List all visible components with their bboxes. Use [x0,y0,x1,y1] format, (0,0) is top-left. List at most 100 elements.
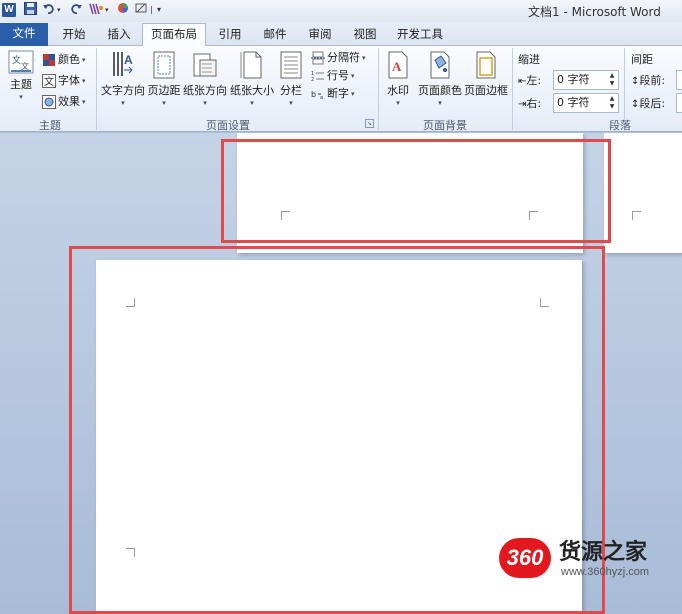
theme-colors-label: 颜色 [58,53,80,66]
tab-review[interactable]: 审阅 [298,24,342,46]
svg-text:a: a [320,95,323,101]
tab-mailings[interactable]: 邮件 [253,24,297,46]
svg-text:A: A [124,53,133,67]
svg-text:b: b [311,90,316,99]
font-icon: 文 [42,74,56,88]
watermark-name: 货源之家 [559,540,648,565]
spin-up-icon[interactable]: ▲ [607,72,617,80]
size-dropdown-icon: ▾ [250,99,254,107]
watermark-dropdown-icon: ▾ [396,99,400,107]
theme-effects-button[interactable]: 效果 ▾ [42,93,86,111]
group-divider [512,48,513,130]
color-icon[interactable] [117,2,129,18]
line-numbers-label: 行号 [327,69,349,82]
text-direction-icon: A [110,50,136,80]
margins-button[interactable]: 页边距 ▾ [146,50,182,107]
format-painter-icon[interactable] [88,2,104,18]
tab-references[interactable]: 引用 [208,24,252,46]
tab-view[interactable]: 视图 [343,24,387,46]
tab-home[interactable]: 开始 [52,24,96,46]
watermark-url: www.360hyzj.com [561,566,650,578]
group-divider [378,48,379,130]
spacing-title: 间距 [631,53,653,66]
margins-icon [151,50,177,80]
indent-title: 缩进 [518,53,540,66]
svg-text:2: 2 [311,77,314,83]
page-setup-group-label: 页面设置 [206,119,250,132]
undo-dropdown-icon[interactable]: ▾ [57,2,61,18]
line-numbers-icon: 12 [311,69,325,83]
theme-fonts-label: 字体 [58,74,80,87]
tab-page-layout[interactable]: 页面布局 [142,23,206,46]
page-setup-dialog-launcher[interactable]: ↘ [365,119,374,128]
tab-file[interactable]: 文件 [0,23,48,46]
orientation-icon [192,50,218,80]
customize-quick-access-icon[interactable]: ▾ [157,2,161,18]
text-direction-label: 文字方向 [101,84,145,97]
text-direction-button[interactable]: A 文字方向 ▾ [100,50,146,107]
svg-text:文: 文 [21,61,29,71]
orientation-label: 纸张方向 [183,84,227,97]
paragraph-group-label: 段落 [609,119,631,132]
paper-size-icon [239,50,265,80]
tab-developer[interactable]: 开发工具 [390,24,450,46]
page-color-button[interactable]: 页面颜色 ▾ [417,50,463,107]
orientation-dropdown-icon: ▾ [203,99,207,107]
spacing-after-input[interactable] [676,93,682,113]
format-dropdown-icon[interactable]: ▾ [105,2,109,18]
redo-icon[interactable] [70,2,83,18]
page-background-group-label: 页面背景 [423,119,467,132]
clear-icon[interactable] [135,2,147,18]
adjacent-page[interactable] [604,133,682,253]
size-label: 纸张大小 [230,84,274,97]
group-divider [96,48,97,130]
ribbon-tabs: 文件 开始 插入 页面布局 引用 邮件 审阅 视图 开发工具 [0,22,682,46]
themes-dropdown-icon: ▾ [19,93,23,101]
margins-label: 页边距 [147,84,181,97]
theme-group-label: 主题 [39,119,61,132]
svg-text:文: 文 [12,54,21,66]
hyphenation-icon: ba [311,87,325,101]
watermark-icon: A [385,50,411,80]
title-bar: W ▾ ▾ | ▾ 文档1 - Microsoft Word [0,0,682,22]
orientation-button[interactable]: 纸张方向 ▾ [182,50,228,107]
columns-dropdown-icon: ▾ [289,99,293,107]
breaks-button[interactable]: 分隔符 ▾ [311,49,366,67]
indent-right-label: ⇥右: [518,97,542,110]
page-color-dropdown-icon: ▾ [438,99,442,107]
text-direction-dropdown-icon: ▾ [121,99,125,107]
spacing-before-input[interactable] [676,70,682,90]
page-borders-button[interactable]: 页面边框 [463,50,509,98]
save-icon[interactable] [24,2,37,18]
spin-down-icon[interactable]: ▼ [607,103,617,111]
columns-icon [278,50,304,80]
site-watermark: 360 货源之家 www.360hyzj.com [499,532,679,584]
undo-icon[interactable] [42,2,56,18]
page-borders-icon [473,50,499,80]
columns-label: 分栏 [280,84,302,97]
columns-button[interactable]: 分栏 ▾ [277,50,305,107]
indent-left-input[interactable]: 0 字符 ▲ ▼ [553,70,619,90]
breaks-icon [311,51,325,65]
theme-colors-button[interactable]: 颜色 ▾ [42,51,86,69]
size-button[interactable]: 纸张大小 ▾ [229,50,275,107]
hyphenation-label: 断字 [327,87,349,100]
svg-text:文: 文 [44,75,54,88]
svg-text:A: A [392,59,402,74]
themes-button[interactable]: 文文 主题 ▾ [4,50,38,101]
spin-up-icon[interactable]: ▲ [607,95,617,103]
word-app-icon[interactable]: W [2,3,16,17]
watermark-button[interactable]: A 水印 ▾ [382,50,414,107]
hyphenation-button[interactable]: b a 断字 ▾ [311,85,355,103]
spin-down-icon[interactable]: ▼ [607,80,617,88]
indent-left-value: 0 字符 [557,73,590,86]
indent-left-label: ⇤左: [518,74,542,87]
theme-fonts-button[interactable]: 文字体 ▾ [42,72,86,90]
page-borders-label: 页面边框 [464,84,508,97]
indent-right-value: 0 字符 [557,96,590,109]
watermark-label: 水印 [387,84,409,97]
line-numbers-button[interactable]: 1 2 行号 ▾ [311,67,355,85]
page-color-label: 页面颜色 [418,84,462,97]
tab-insert[interactable]: 插入 [97,24,141,46]
indent-right-input[interactable]: 0 字符 ▲ ▼ [553,93,619,113]
